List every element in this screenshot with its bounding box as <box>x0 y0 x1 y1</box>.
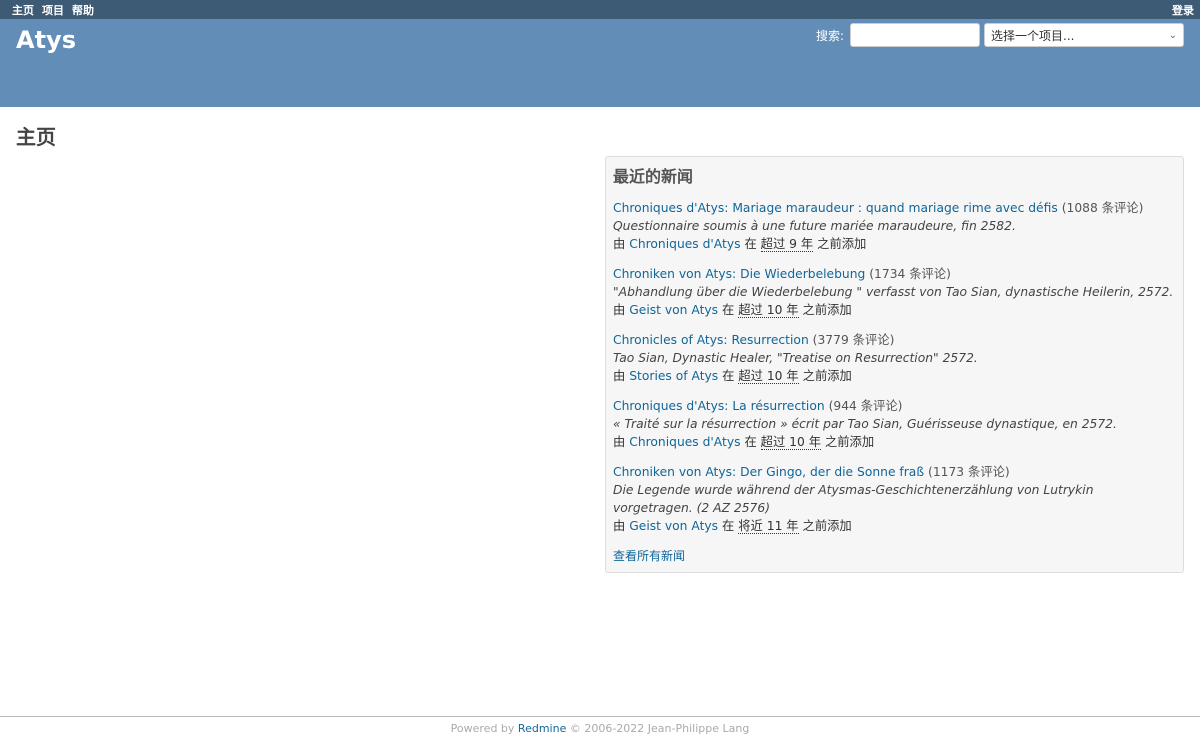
news-by: 由 <box>613 435 626 449</box>
news-comments-count: (1734 条评论) <box>869 267 951 281</box>
news-added: 之前添加 <box>817 237 867 251</box>
news-age: 超过 10 年 <box>738 303 799 318</box>
news-added: 之前添加 <box>802 519 852 533</box>
news-meta: 由 Chroniques d'Atys 在 超过 10 年 之前添加 <box>613 433 1176 451</box>
news-age: 超过 9 年 <box>760 237 814 252</box>
news-heading: 最近的新闻 <box>613 167 694 186</box>
news-added: 之前添加 <box>802 369 852 383</box>
news-meta: 由 Stories of Atys 在 超过 10 年 之前添加 <box>613 367 1176 385</box>
news-title-link[interactable]: Chroniken von Atys: Die Wiederbelebung <box>613 267 865 281</box>
news-author-link[interactable]: Stories of Atys <box>629 369 718 383</box>
project-title: Atys <box>16 26 76 54</box>
news-item: Chroniques d'Atys: La résurrection (944 … <box>613 397 1176 451</box>
news-added: 之前添加 <box>824 435 875 449</box>
news-by: 由 <box>613 303 626 317</box>
news-by: 由 <box>613 237 626 251</box>
news-summary: "Abhandlung über die Wiederbelebung " ve… <box>613 285 1174 299</box>
news-item: Chronicles of Atys: Resurrection (3779 条… <box>613 331 1176 385</box>
login-link[interactable]: 登录 <box>1172 4 1194 17</box>
news-author-link[interactable]: Chroniques d'Atys <box>629 435 740 449</box>
news-title-link[interactable]: Chronicles of Atys: Resurrection <box>613 333 809 347</box>
top-menu-help-link[interactable]: 帮助 <box>72 4 94 17</box>
news-summary: Die Legende wurde während der Atysmas-Ge… <box>613 483 1094 515</box>
quick-search: 搜索: 选择一个项目... ⌄ <box>816 23 1184 47</box>
top-menu: 主页 项目 帮助 登录 <box>0 0 1200 19</box>
news-comments-count: (944 条评论) <box>828 399 903 413</box>
news-title-link[interactable]: Chroniques d'Atys: La résurrection <box>613 399 825 413</box>
footer: Powered by Redmine © 2006-2022 Jean-Phil… <box>0 716 1200 740</box>
news-added: 之前添加 <box>802 303 852 317</box>
search-label: 搜索: <box>815 28 844 43</box>
news-by: 由 <box>613 519 626 533</box>
news-age: 超过 10 年 <box>738 369 799 384</box>
news-summary: Tao Sian, Dynastic Healer, "Treatise on … <box>613 351 978 365</box>
chevron-down-icon: ⌄ <box>1168 29 1177 41</box>
project-jump-label: 选择一个项目... <box>991 28 1075 43</box>
news-comments-count: (1173 条评论) <box>928 465 1010 479</box>
news-at: 在 <box>722 519 735 533</box>
news-at: 在 <box>722 369 735 383</box>
news-box: 最近的新闻 Chroniques d'Atys: Mariage maraude… <box>605 156 1184 573</box>
news-item: Chroniken von Atys: Die Wiederbelebung (… <box>613 265 1176 319</box>
page-title: 主页 <box>16 125 56 149</box>
news-item: Chroniken von Atys: Der Gingo, der die S… <box>613 463 1176 535</box>
news-at: 在 <box>744 435 757 449</box>
news-age: 将近 11 年 <box>738 519 799 534</box>
top-menu-projects-link[interactable]: 项目 <box>42 4 64 17</box>
footer-powered-by: Powered by <box>450 722 515 735</box>
top-menu-left: 主页 项目 帮助 <box>12 2 102 18</box>
news-summary: « Traité sur la résurrection » écrit par… <box>613 417 1117 431</box>
header: Atys 搜索: 选择一个项目... ⌄ <box>0 19 1200 107</box>
news-title-link[interactable]: Chroniques d'Atys: Mariage maraudeur : q… <box>613 201 1058 215</box>
news-comments-count: (1088 条评论) <box>1061 201 1144 215</box>
news-age: 超过 10 年 <box>760 435 822 450</box>
footer-copyright: © 2006-2022 Jean-Philippe Lang <box>569 722 750 735</box>
news-meta: 由 Geist von Atys 在 将近 11 年 之前添加 <box>613 517 1176 535</box>
news-meta: 由 Geist von Atys 在 超过 10 年 之前添加 <box>613 301 1176 319</box>
news-author-link[interactable]: Chroniques d'Atys <box>629 237 740 251</box>
main-content: 主页 最近的新闻 Chroniques d'Atys: Mariage mara… <box>0 107 1200 573</box>
news-summary: Questionnaire soumis à une future mariée… <box>613 219 1016 233</box>
news-comments-count: (3779 条评论) <box>812 333 895 347</box>
project-jump-select[interactable]: 选择一个项目... ⌄ <box>984 23 1184 47</box>
news-author-link[interactable]: Geist von Atys <box>629 519 718 533</box>
view-all-news-link[interactable]: 查看所有新闻 <box>613 549 685 563</box>
news-author-link[interactable]: Geist von Atys <box>629 303 718 317</box>
news-meta: 由 Chroniques d'Atys 在 超过 9 年 之前添加 <box>613 235 1176 253</box>
search-input[interactable] <box>850 23 980 47</box>
redmine-link[interactable]: Redmine <box>518 722 566 735</box>
top-menu-home-link[interactable]: 主页 <box>12 4 34 17</box>
news-title-link[interactable]: Chroniken von Atys: Der Gingo, der die S… <box>613 465 924 479</box>
news-by: 由 <box>613 369 626 383</box>
news-item: Chroniques d'Atys: Mariage maraudeur : q… <box>613 199 1176 253</box>
news-at: 在 <box>744 237 757 251</box>
news-at: 在 <box>722 303 735 317</box>
top-menu-right: 登录 <box>1172 2 1194 18</box>
